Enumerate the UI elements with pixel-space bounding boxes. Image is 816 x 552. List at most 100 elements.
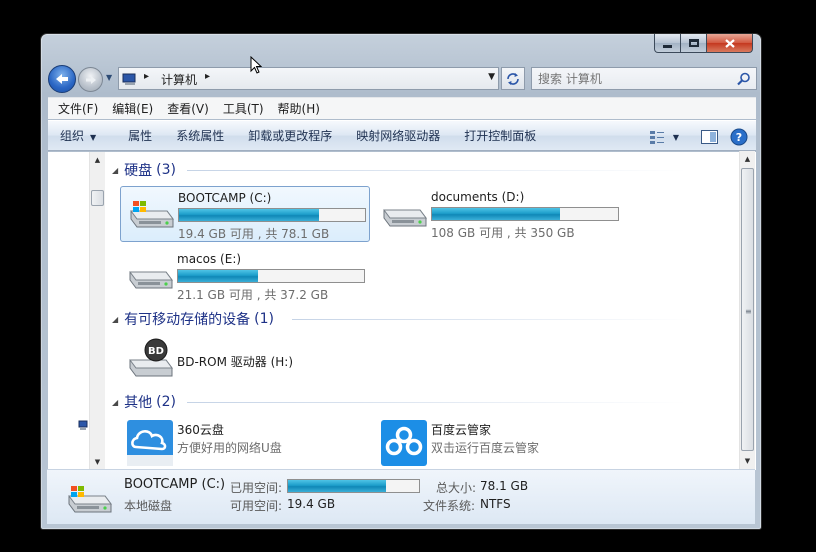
app-360-cloud[interactable]: 360云盘 方便好用的网络U盘 (120, 417, 370, 473)
scroll-up-button[interactable]: ▲ (90, 152, 105, 168)
navigation-pane: ▲ ▼ (48, 152, 105, 470)
cloud-disk-icon (127, 420, 173, 466)
view-options-icon (649, 131, 664, 144)
details-pane: BOOTCAMP (C:) 本地磁盘 已用空间: 可用空间: 19.4 GB 总… (47, 469, 755, 524)
menu-view[interactable]: 查看(V) (160, 100, 216, 117)
search-input[interactable] (538, 71, 728, 87)
details-drive-type: 本地磁盘 (124, 499, 173, 513)
group-title: 有可移动存储的设备 (124, 312, 251, 328)
used-space-bar (287, 479, 420, 493)
drive-e[interactable]: macos (E:) 21.1 GB 可用 , 共 37.2 GB (120, 248, 370, 304)
help-icon[interactable]: ? (730, 128, 748, 146)
group-title: 硬盘 (124, 163, 153, 179)
open-control-panel-button[interactable]: 打开控制面板 (455, 127, 545, 144)
map-network-drive-button[interactable]: 映射网络驱动器 (347, 127, 449, 144)
maximize-button[interactable] (681, 34, 707, 53)
hard-drive-icon (129, 271, 173, 289)
file-list-layer: ◢ 硬盘 (3) BOOTCAMP (C:) 19.4 GB 可用 , 共 78… (104, 151, 739, 469)
app-description: 双击运行百度云管家 (431, 441, 540, 455)
uninstall-program-button[interactable]: 卸载或更改程序 (239, 127, 341, 144)
maximize-icon (688, 39, 699, 47)
windows-drive-icon (130, 201, 174, 228)
forward-button[interactable] (78, 67, 103, 92)
arrow-left-icon (56, 74, 68, 84)
drive-name: BD-ROM 驱动器 (H:) (177, 355, 293, 369)
organize-button[interactable]: 组织 ▼ (48, 127, 105, 144)
organize-label: 组织 (60, 129, 85, 143)
address-row: ▼ ▸ 计算机 ▸ ▼ (48, 65, 757, 93)
group-count: (2) (156, 394, 176, 410)
baidu-cloud-icon (381, 420, 427, 466)
menu-help[interactable]: 帮助(H) (271, 100, 327, 117)
drive-h[interactable]: BD BD-ROM 驱动器 (H:) (120, 334, 370, 390)
breadcrumb-computer[interactable]: 计算机 (161, 71, 197, 88)
drive-name: documents (D:) (431, 190, 525, 204)
app-description: 方便好用的网络U盘 (177, 441, 282, 455)
command-bar: 组织 ▼ 属性 系统属性 卸载或更改程序 映射网络驱动器 打开控制面板 ▼ ? (48, 120, 756, 151)
collapse-triangle-icon[interactable]: ◢ (112, 398, 118, 407)
group-divider (187, 402, 687, 403)
content-scrollbar[interactable]: ▲ ≡ ▼ (739, 151, 755, 469)
close-button[interactable] (707, 34, 753, 53)
recent-pages-dropdown[interactable]: ▼ (106, 73, 112, 82)
chevron-down-icon: ▼ (672, 132, 679, 142)
drive-d[interactable]: documents (D:) 108 GB 可用 , 共 350 GB (374, 186, 624, 242)
drive-usage-fill (432, 208, 561, 220)
collapse-triangle-icon[interactable]: ◢ (112, 315, 118, 324)
app-name: 360云盘 (177, 423, 224, 437)
scroll-up-button[interactable]: ▲ (740, 151, 755, 167)
scroll-down-button[interactable]: ▼ (740, 453, 755, 469)
collapse-triangle-icon[interactable]: ◢ (112, 166, 118, 175)
preview-pane-icon[interactable] (701, 130, 718, 144)
total-size-value: 78.1 GB (480, 479, 529, 493)
address-bar[interactable]: ▸ 计算机 ▸ ▼ (118, 67, 499, 90)
menu-tools[interactable]: 工具(T) (216, 100, 271, 117)
search-icon[interactable] (737, 72, 751, 86)
group-header-other[interactable]: ◢ 其他 (2) (112, 393, 687, 411)
change-view-button[interactable]: ▼ (649, 130, 679, 144)
group-count: (3) (156, 162, 176, 178)
back-button[interactable] (48, 65, 76, 93)
drive-name: BOOTCAMP (C:) (178, 191, 272, 205)
drive-space-info: 21.1 GB 可用 , 共 37.2 GB (177, 288, 329, 302)
app-baidu-cloud[interactable]: 百度云管家 双击运行百度云管家 (374, 417, 624, 473)
scroll-thumb[interactable] (91, 190, 104, 206)
minimize-button[interactable] (654, 34, 681, 53)
menu-file[interactable]: 文件(F) (51, 100, 105, 117)
computer-icon[interactable] (76, 420, 88, 432)
address-dropdown[interactable]: ▼ (488, 72, 495, 82)
toolbar-right: ▼ ? (649, 128, 748, 146)
group-count: (1) (254, 311, 274, 327)
drive-usage-bar (178, 208, 366, 222)
menu-edit[interactable]: 编辑(E) (105, 100, 160, 117)
svg-text:?: ? (736, 131, 742, 144)
breadcrumb-separator[interactable]: ▸ (205, 71, 210, 82)
free-space-label: 可用空间: (230, 499, 283, 513)
chevron-down-icon: ▼ (90, 133, 97, 142)
mouse-cursor (250, 56, 262, 74)
file-system-label: 文件系统: (423, 499, 476, 513)
hard-drive-icon (383, 209, 427, 227)
free-space-value: 19.4 GB (287, 497, 336, 511)
file-system-value: NTFS (480, 497, 511, 511)
group-header-hard-disks[interactable]: ◢ 硬盘 (3) (112, 161, 687, 179)
refresh-button[interactable] (501, 67, 525, 90)
windows-drive-icon (68, 486, 112, 513)
svg-text:BD: BD (148, 346, 164, 357)
drive-usage-bar (431, 207, 619, 221)
system-properties-button[interactable]: 系统属性 (167, 127, 233, 144)
navigation-scrollbar[interactable]: ▲ ▼ (89, 152, 105, 470)
drive-name: macos (E:) (177, 252, 242, 266)
drive-usage-bar (177, 269, 365, 283)
breadcrumb-separator[interactable]: ▸ (144, 71, 149, 82)
properties-button[interactable]: 属性 (119, 127, 161, 144)
drive-c[interactable]: BOOTCAMP (C:) 19.4 GB 可用 , 共 78.1 GB (120, 186, 370, 242)
drive-usage-fill (179, 209, 319, 221)
search-box[interactable] (531, 67, 757, 90)
scroll-thumb[interactable]: ≡ (741, 168, 754, 451)
scroll-down-button[interactable]: ▼ (90, 454, 105, 470)
group-header-removable[interactable]: ◢ 有可移动存储的设备 (1) (112, 310, 692, 328)
drive-space-info: 19.4 GB 可用 , 共 78.1 GB (178, 227, 330, 241)
minimize-icon (663, 44, 672, 48)
scroll-grip-icon: ≡ (745, 306, 752, 316)
